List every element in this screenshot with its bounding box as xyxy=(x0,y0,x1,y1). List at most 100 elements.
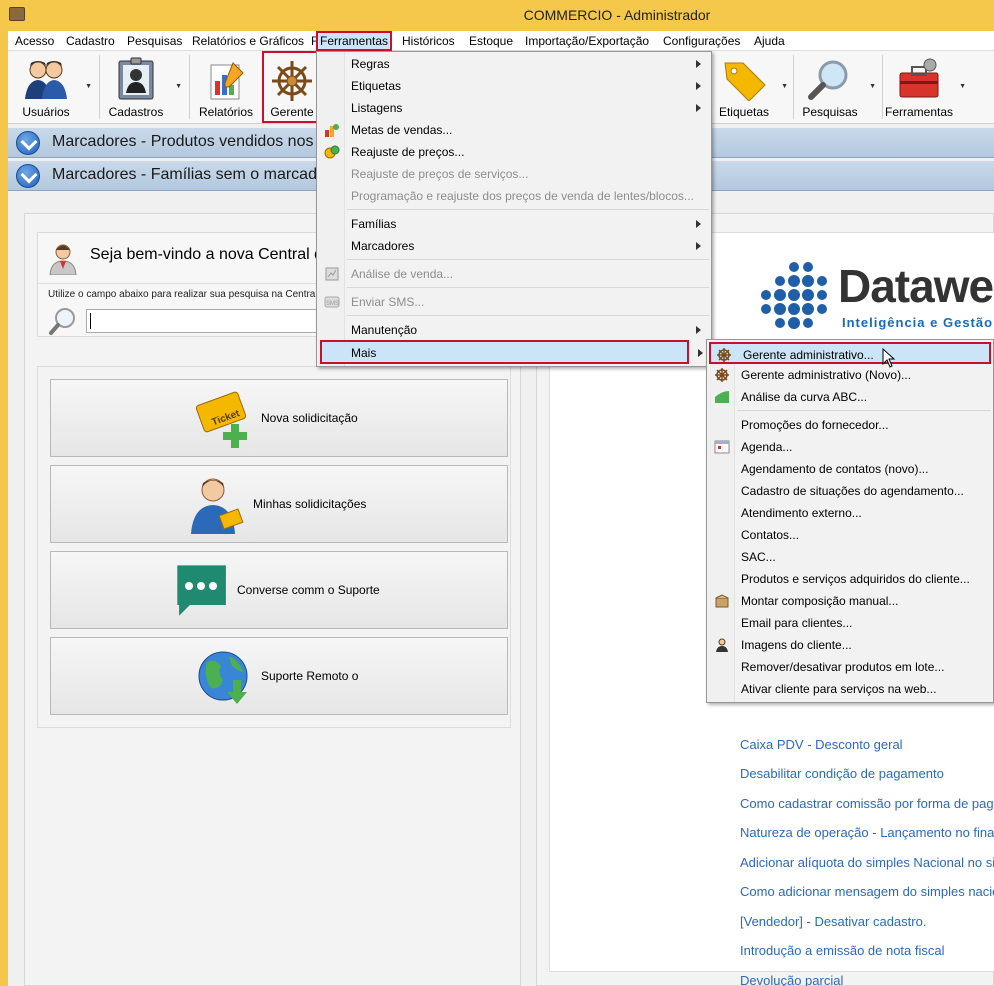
menu-item-regras[interactable]: Regras xyxy=(319,53,709,75)
help-link[interactable]: Adicionar alíquota do simples Nacional n… xyxy=(740,855,994,870)
nova-solicitacao-button[interactable]: Ticket Nova solidicitação xyxy=(50,379,508,457)
chat-icon xyxy=(177,565,226,616)
menu-bar: Acesso Cadastro Pesquisas Relatórios e G… xyxy=(8,31,994,51)
menu-item-imagens-cliente[interactable]: Imagens do cliente... xyxy=(709,634,991,656)
cadastros-button[interactable]: ▼ Cadastros xyxy=(102,53,182,121)
menu-item-remover-produtos-lote[interactable]: Remover/desativar produtos em lote... xyxy=(709,656,991,678)
search-icon xyxy=(49,308,75,335)
menu-pesquisas[interactable]: Pesquisas xyxy=(124,33,185,49)
chevron-down-icon[interactable] xyxy=(16,164,40,188)
menu-item-marcadores[interactable]: Marcadores xyxy=(319,235,709,257)
help-link[interactable]: Natureza de operação - Lançamento no fin… xyxy=(740,825,994,840)
menu-ferramentas[interactable]: Ferramentas xyxy=(316,31,393,51)
pesquisas-label: Pesquisas xyxy=(802,105,858,119)
menu-ajuda[interactable]: Ajuda xyxy=(751,33,788,49)
mouse-cursor-icon xyxy=(882,348,896,368)
title-bar: COMMERCIO - Administrador xyxy=(0,0,994,31)
menu-item-situacoes-agendamento[interactable]: Cadastro de situações do agendamento... xyxy=(709,480,991,502)
converse-suporte-label: Converse comm o Suporte xyxy=(237,583,380,597)
menu-item-reajuste-precos[interactable]: Reajuste de preços... xyxy=(319,141,709,163)
menu-historicos[interactable]: Históricos xyxy=(399,33,458,49)
help-link[interactable]: Introdução a emissão de nota fiscal xyxy=(740,943,945,958)
magnifier-icon xyxy=(808,60,848,100)
minhas-solicitacoes-button[interactable]: Minhas solidicitações xyxy=(50,465,508,543)
coins-icon xyxy=(324,145,340,159)
menu-item-composicao-manual[interactable]: Montar composição manual... xyxy=(709,590,991,612)
help-link[interactable]: Caixa PDV - Desconto geral xyxy=(740,737,903,752)
menu-item-produtos-servicos-cliente[interactable]: Produtos e serviços adquiridos do client… xyxy=(709,568,991,590)
main-window: Acesso Cadastro Pesquisas Relatórios e G… xyxy=(8,31,994,986)
menu-item-gerente-administrativo[interactable]: Gerente administrativo... xyxy=(709,342,991,364)
menu-item-listagens[interactable]: Listagens xyxy=(319,97,709,119)
menu-item-curva-abc[interactable]: Análise da curva ABC... xyxy=(709,386,991,408)
report-icon xyxy=(210,62,244,100)
logo-wordmark: Datawe xyxy=(838,260,994,312)
support-agent-icon xyxy=(49,244,77,275)
converse-suporte-button[interactable]: Converse comm o Suporte xyxy=(50,551,508,629)
accordion-title: Marcadores - Famílias sem o marcador xyxy=(52,166,332,183)
ship-wheel-icon xyxy=(715,368,729,382)
dataweb-logo-icon xyxy=(761,262,827,329)
help-link[interactable]: Como adicionar mensagem do simples nacio… xyxy=(740,884,994,899)
sms-icon: SMS xyxy=(324,296,340,308)
pesquisas-dropdown-arrow[interactable]: ▼ xyxy=(869,83,876,90)
ferramentas-label: Ferramentas xyxy=(884,105,954,119)
menu-item-atendimento-externo[interactable]: Atendimento externo... xyxy=(709,502,991,524)
menu-relatorios-graficos[interactable]: Relatórios e Gráficos xyxy=(189,33,307,49)
calendar-icon xyxy=(714,440,730,454)
help-link[interactable]: [Vendedor] - Desativar cadastro. xyxy=(740,914,926,929)
ferramentas-menu: Regras Etiquetas Listagens Metas de vend… xyxy=(316,51,712,367)
menu-item-promocoes-fornecedor[interactable]: Promoções do fornecedor... xyxy=(709,414,991,436)
analysis-icon xyxy=(325,267,339,281)
menu-configuracoes[interactable]: Configurações xyxy=(660,33,743,49)
chart-pie-icon xyxy=(325,124,339,137)
ferramentas-dropdown-arrow[interactable]: ▼ xyxy=(959,83,966,90)
usuarios-label: Usuários xyxy=(22,105,70,119)
menu-acesso[interactable]: Acesso xyxy=(12,33,57,49)
welcome-title: Seja bem-vindo a nova Central de xyxy=(90,246,332,263)
usuarios-dropdown-arrow[interactable]: ▼ xyxy=(85,83,92,90)
menu-item-mais[interactable]: Mais xyxy=(320,340,689,364)
window-title: COMMERCIO - Administrador xyxy=(523,7,711,23)
menu-item-programacao-lentes: Programação e reajuste dos preços de ven… xyxy=(351,189,694,203)
menu-item-agenda[interactable]: Agenda... xyxy=(709,436,991,458)
suporte-remoto-label: Suporte Remoto o xyxy=(261,669,359,683)
menu-item-gerente-administrativo-novo[interactable]: Gerente administrativo (Novo)... xyxy=(709,364,991,386)
curve-chart-icon xyxy=(715,391,729,403)
ferramentas-button[interactable]: ▼ Ferramentas xyxy=(884,53,966,121)
minhas-solicitacoes-label: Minhas solidicitações xyxy=(253,497,367,511)
toolbox-icon xyxy=(899,58,939,98)
menu-item-sac[interactable]: SAC... xyxy=(709,546,991,568)
usuarios-button[interactable]: ▼ Usuários xyxy=(12,53,92,121)
menu-item-manutencao[interactable]: Manutenção xyxy=(319,319,709,341)
pesquisas-button[interactable]: ▼ Pesquisas xyxy=(796,53,876,121)
etiquetas-dropdown-arrow[interactable]: ▼ xyxy=(781,83,788,90)
help-link[interactable]: Devolução parcial xyxy=(740,973,843,986)
menu-item-familias[interactable]: Famílias xyxy=(319,213,709,235)
globe-download-icon xyxy=(198,651,248,704)
menu-item-ativar-cliente-web[interactable]: Ativar cliente para serviços na web... xyxy=(709,678,991,700)
help-link[interactable]: Desabilitar condição de pagamento xyxy=(740,766,944,781)
cadastros-label: Cadastros xyxy=(108,105,164,119)
suporte-remoto-button[interactable]: Suporte Remoto o xyxy=(50,637,508,715)
menu-item-contatos[interactable]: Contatos... xyxy=(709,524,991,546)
gerente-label: Gerente xyxy=(270,105,314,119)
gerente-button[interactable]: Gerente xyxy=(262,51,322,123)
etiquetas-button[interactable]: ▼ Etiquetas xyxy=(712,53,788,121)
chevron-down-icon[interactable] xyxy=(16,131,40,155)
logo-tagline: Inteligência e Gestão xyxy=(842,315,994,330)
menu-item-analise-venda: Análise de venda... xyxy=(319,263,709,285)
menu-cadastro[interactable]: Cadastro xyxy=(63,33,118,49)
menu-estoque[interactable]: Estoque xyxy=(466,33,516,49)
menu-item-reajuste-servicos: Reajuste de preços de serviços... xyxy=(351,167,529,181)
help-link[interactable]: Como cadastrar comissão por forma de pag… xyxy=(740,796,994,811)
menu-importacao-exportacao[interactable]: Importação/Exportação xyxy=(522,33,652,49)
relatorios-button[interactable]: Relatórios xyxy=(191,53,261,121)
menu-item-etiquetas[interactable]: Etiquetas xyxy=(319,75,709,97)
support-buttons-panel: Ticket Nova solidicitação Minhas solidic… xyxy=(37,366,511,728)
menu-item-agendamento-contatos[interactable]: Agendamento de contatos (novo)... xyxy=(709,458,991,480)
cadastros-dropdown-arrow[interactable]: ▼ xyxy=(175,83,182,90)
menu-item-metas-vendas[interactable]: Metas de vendas... xyxy=(319,119,709,141)
menu-item-email-clientes[interactable]: Email para clientes... xyxy=(709,612,991,634)
ship-wheel-icon xyxy=(717,348,731,362)
